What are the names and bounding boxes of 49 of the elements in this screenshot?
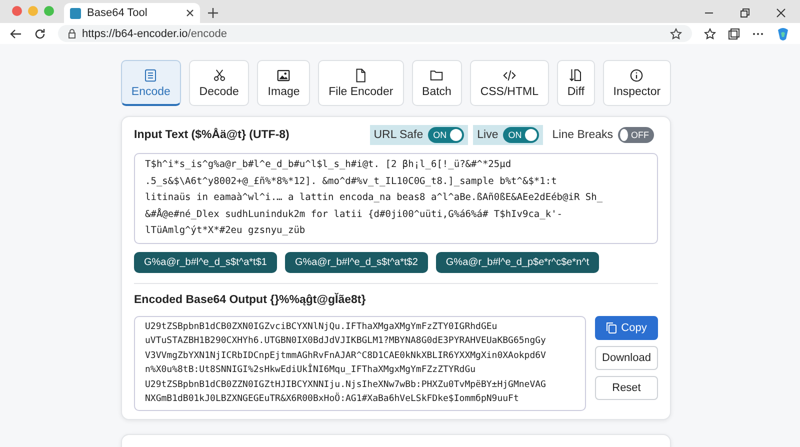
scissors-icon	[212, 68, 227, 83]
action-button[interactable]: Reset	[595, 376, 658, 400]
copy-icon	[606, 322, 618, 334]
more-icon[interactable]	[752, 32, 764, 36]
close-dot[interactable]	[12, 6, 22, 16]
copy-button[interactable]: Copy	[595, 316, 658, 340]
toggle-label: Live	[477, 129, 498, 141]
info-icon	[629, 68, 644, 83]
toggle-label: Line Breaks	[552, 129, 613, 141]
tool-tab[interactable]: File Encoder	[318, 60, 404, 106]
diff-icon	[568, 68, 584, 83]
zoom-dot[interactable]	[44, 6, 54, 16]
reload-icon[interactable]	[34, 28, 46, 40]
sample-button[interactable]: G%a@r_b#l^e_d_p$e*r^c$e*n^t	[436, 252, 600, 272]
favorites-icon[interactable]	[704, 28, 716, 40]
close-icon[interactable]	[186, 9, 194, 17]
image-icon	[276, 68, 292, 83]
form-icon	[143, 68, 158, 82]
tool-tab[interactable]: Diff	[556, 60, 595, 106]
favicon-icon	[70, 8, 81, 18]
input-title: Input Text ($%Åä@t} (UTF-8)	[134, 129, 290, 141]
input-field[interactable]: T$h^i*s_is^g%a@r_b#l^e_d_b#u^l$l_s_h#i@t. [2 βh¡l_6[!_ü?&#^*25μd .5_s&$\A6t^y8002+@_£ñ%*8%*12]. &mo^d#%v_t_IL10C0G_t8.]_sample b%t^&$*1:t litinaüs in eamaà^wl^i.… a lattin encoda_na beas8 a^l^aBe.ßAñ0ßE&AEe2dEéb@iR Sh_ &#Å@e#né_Dlex sudhLuninduk2m for latii {d#0ji00^uüti,G%á6%á# T$hIv9ca_k'- lTüAmlg^ýt*X*#2eu gzsnyu_züb	[134, 153, 658, 244]
back-icon[interactable]	[10, 28, 22, 40]
sample-button[interactable]: G%a@r_b#l^e_d_s$t^a*t$1	[134, 252, 277, 272]
minimize-dot[interactable]	[28, 6, 38, 16]
tool-tab[interactable]: Encode	[121, 60, 181, 106]
new-tab-icon[interactable]	[208, 8, 218, 18]
tool-tab[interactable]: Batch	[412, 60, 462, 106]
folder-icon	[429, 68, 444, 83]
sample-button[interactable]: G%a@r_b#l^e_d_s$t^a*t$2	[284, 252, 428, 272]
output-title: Encoded Base64 Output {}%%ąĝt@gĬãe8t}	[134, 294, 367, 306]
lock-icon	[68, 28, 76, 38]
collections-icon[interactable]	[728, 28, 740, 40]
tool-tab[interactable]: CSS/HTML	[470, 60, 549, 106]
output-field[interactable]: U29tZSBpbnB1dCB0ZXN0IGZvciBCYXNlNjQu.IFThaXMgaXMgYmFzZTY0IGRhdGEu uVTuSTAZBH1B290CXHYh6.UTGBN0IX0BdJdVJIKBGLM1?MBYNA8G0dE3PYRAHVEUaKBG65ngGy V3VVmgZbYXN1NjICRbIDCnpEjtmmAGhRvFnAJAR^C8D1CAE0kNkXBLIR6YXXMgXin0XAokpd6V n%X0u%8tB:Ut8SNNIGI%2sHkwEdiUkÎNI6Mqu_IFThaXMgxMgYmFZzZTYRdGu U29tZSBpbnB1dCB0ZZN0IGZtHJIBCYXNNIju.NjsIheXNw7wBb:PHXZu0TvMpëBY±HjGMneVAG NXGmB1dB01kJ0LBZXNGEGEuTR&X6R00BxHoÖ:AG1#XaBa6hVeLSkFDke$IommбpN9uuFt	[134, 316, 586, 410]
tool-tab[interactable]: Inspector	[602, 60, 671, 106]
star-icon[interactable]	[670, 28, 682, 40]
tool-tab[interactable]: Decode	[188, 60, 250, 106]
toggle-switch[interactable]: ON	[428, 127, 464, 143]
toggle-switch[interactable]: OFF	[618, 127, 654, 143]
close-icon[interactable]	[776, 8, 786, 18]
browser-tab[interactable]: Base64 Tool	[64, 3, 200, 23]
address-bar[interactable]: https://b64-encoder.io/encode	[58, 25, 692, 42]
toggle-switch[interactable]: ON	[503, 127, 540, 143]
action-button[interactable]: Download	[595, 346, 658, 370]
code-icon	[502, 68, 517, 83]
restore-icon[interactable]	[740, 8, 750, 18]
tool-tab[interactable]: Image	[257, 60, 310, 106]
toggle-label: URL Safe	[374, 129, 424, 141]
